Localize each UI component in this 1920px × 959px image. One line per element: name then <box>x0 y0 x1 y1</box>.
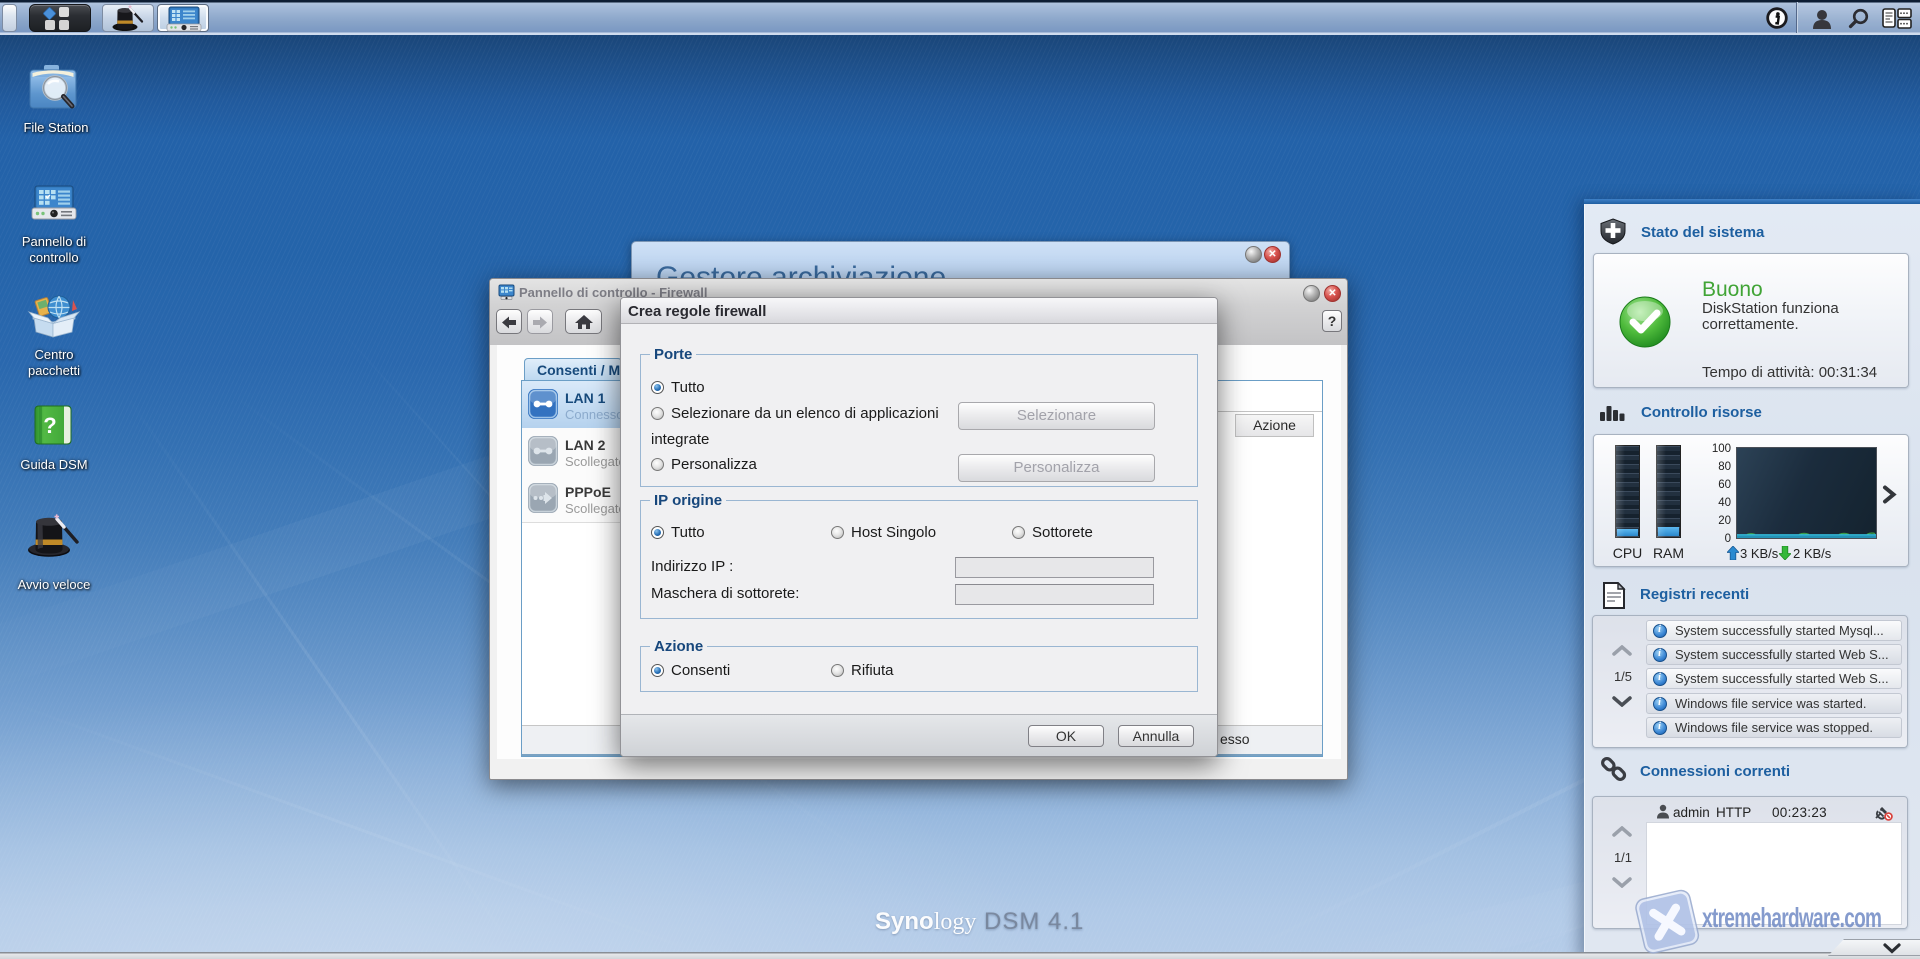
svg-text:?: ? <box>43 413 56 438</box>
